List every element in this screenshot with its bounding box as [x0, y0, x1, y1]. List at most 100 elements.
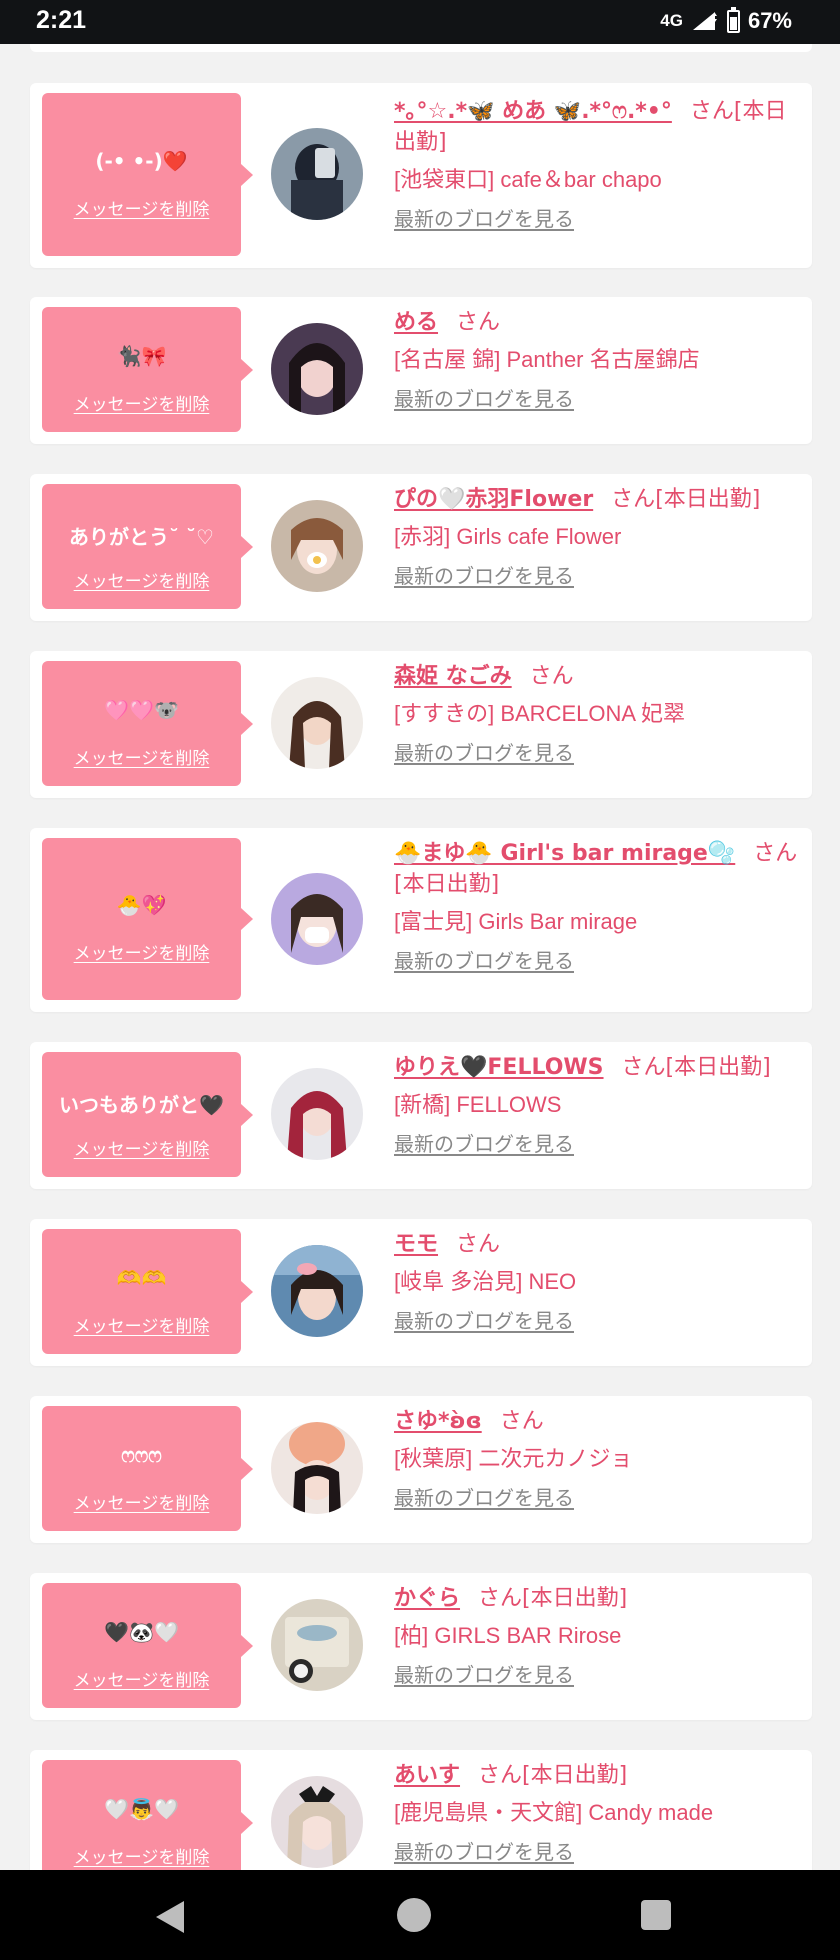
cast-name-link[interactable]: あいす [394, 1763, 460, 1788]
attendance-status: [本日出勤] [522, 1763, 628, 1788]
message-text: 🖤🐼🤍 [104, 1620, 179, 1644]
latest-blog-link[interactable]: 最新のブログを見る [394, 562, 804, 590]
battery-percent: 67% [747, 8, 792, 33]
message-card: 🐣💖 メッセージを削除 🐣まゆ🐣 Girl's bar mirage🫧 さん [本日… [30, 828, 812, 1012]
honorific: さん [621, 1055, 666, 1080]
latest-blog-link[interactable]: 最新のブログを見る [394, 205, 804, 233]
attendance-status: [本日出勤] [655, 487, 761, 512]
honorific: さん [611, 487, 656, 512]
message-text: 🐈‍⬛🎀 [116, 344, 167, 368]
honorific: さん [689, 99, 734, 124]
cast-name-link[interactable]: さゆ*ʚ̀ɞ [394, 1409, 482, 1434]
delete-message-link[interactable]: メッセージを削除 [42, 939, 241, 964]
message-text: (-• •-)❤️ [95, 149, 188, 173]
cast-name-link[interactable]: 🐣まゆ🐣 Girl's bar mirage🫧 [394, 841, 735, 866]
shop-name: [柏] GIRLS BAR Rirose [394, 1623, 622, 1648]
cast-name-link[interactable]: *｡°☆.*🦋 めあ 🦋.*°ෆ.*•° [394, 99, 672, 124]
message-bubble: 🤍👼🤍 メッセージを削除 [42, 1760, 253, 1870]
cast-name-link[interactable]: 森姫 なごみ [394, 664, 512, 689]
message-text: ありがとう˘ ˘♡ [69, 525, 214, 549]
message-card: ෆෆෆ メッセージを削除 さゆ*ʚ̀ɞ さん [秋葉原] 二次元カノジョ 最新のブ… [30, 1396, 812, 1543]
delete-message-link[interactable]: メッセージを削除 [42, 1489, 241, 1514]
delete-message-link[interactable]: メッセージを削除 [42, 390, 241, 415]
attendance-status: [本日出勤] [394, 872, 500, 897]
back-icon[interactable] [156, 1901, 184, 1933]
message-text: ෆෆෆ [121, 1443, 162, 1467]
avatar[interactable] [271, 873, 363, 965]
honorific: さん [753, 841, 798, 866]
shop-name: [富士見] Girls Bar mirage [394, 909, 638, 934]
avatar[interactable] [271, 1422, 363, 1514]
honorific: さん [529, 664, 574, 689]
message-bubble: 🖤🐼🤍 メッセージを削除 [42, 1583, 253, 1708]
avatar[interactable] [271, 500, 363, 592]
shop-name: [岐阜 多治見] NEO [394, 1269, 577, 1294]
delete-message-link[interactable]: メッセージを削除 [42, 1312, 241, 1337]
home-icon[interactable] [397, 1898, 431, 1932]
shop-name: [鹿児島県・天文館] Candy made [394, 1800, 714, 1825]
latest-blog-link[interactable]: 最新のブログを見る [394, 739, 804, 767]
cast-name-link[interactable]: ゆりえ🖤FELLOWS [394, 1055, 604, 1080]
honorific: さん [478, 1763, 523, 1788]
avatar[interactable] [271, 1245, 363, 1337]
cast-name-link[interactable]: かぐら [394, 1586, 460, 1611]
cast-name-link[interactable]: ぴの🤍赤羽Flower [394, 487, 593, 512]
latest-blog-link[interactable]: 最新のブログを見る [394, 1130, 804, 1158]
latest-blog-link[interactable]: 最新のブログを見る [394, 1484, 804, 1512]
latest-blog-link[interactable]: 最新のブログを見る [394, 385, 804, 413]
clock: 2:21 [36, 6, 87, 34]
honorific: さん [478, 1586, 523, 1611]
previous-card-edge [30, 44, 812, 52]
attendance-status: [本日出勤] [522, 1586, 628, 1611]
message-bubble: 🫶🫶 メッセージを削除 [42, 1229, 253, 1354]
avatar[interactable] [271, 1068, 363, 1160]
message-text: 🤍👼🤍 [104, 1797, 179, 1821]
message-text: いつもありがと🖤 [59, 1093, 224, 1117]
message-bubble: ෆෆෆ メッセージを削除 [42, 1406, 253, 1531]
recent-apps-icon[interactable] [641, 1900, 671, 1930]
latest-blog-link[interactable]: 最新のブログを見る [394, 1307, 804, 1335]
message-bubble: ありがとう˘ ˘♡ メッセージを削除 [42, 484, 253, 609]
shop-name: [赤羽] Girls cafe Flower [394, 524, 622, 549]
latest-blog-link[interactable]: 最新のブログを見る [394, 1838, 804, 1866]
shop-name: [秋葉原] 二次元カノジョ [394, 1446, 633, 1471]
delete-message-link[interactable]: メッセージを削除 [42, 1666, 241, 1691]
message-card: (-• •-)❤️ メッセージを削除 *｡°☆.*🦋 めあ 🦋.*°ෆ.*•° さ… [30, 83, 812, 268]
message-bubble: (-• •-)❤️ メッセージを削除 [42, 93, 253, 256]
latest-blog-link[interactable]: 最新のブログを見る [394, 947, 804, 975]
honorific: さん [456, 1232, 501, 1257]
navigation-bar [0, 1870, 840, 1960]
message-card: 🐈‍⬛🎀 メッセージを削除 める さん [名古屋 錦] Panther 名古屋錦店… [30, 297, 812, 444]
attendance-status: [本日出勤] [665, 1055, 771, 1080]
cast-name-link[interactable]: める [394, 310, 438, 335]
battery-icon [726, 6, 740, 33]
delete-message-link[interactable]: メッセージを削除 [42, 567, 241, 592]
message-card: いつもありがと🖤 メッセージを削除 ゆりえ🖤FELLOWS さん[本日出勤] [新… [30, 1042, 812, 1189]
avatar[interactable] [271, 128, 363, 220]
message-card: 🖤🐼🤍 メッセージを削除 かぐら さん[本日出勤] [柏] GIRLS BAR R… [30, 1573, 812, 1720]
delete-message-link[interactable]: メッセージを削除 [42, 1135, 241, 1160]
message-card: 🫶🫶 メッセージを削除 モモ さん [岐阜 多治見] NEO 最新のブログを見る [30, 1219, 812, 1366]
message-list: (-• •-)❤️ メッセージを削除 *｡°☆.*🦋 めあ 🦋.*°ෆ.*•° さ… [0, 0, 840, 1870]
shop-name: [池袋東口] cafe＆bar chapo [394, 167, 662, 192]
avatar[interactable] [271, 677, 363, 769]
message-bubble: 🐈‍⬛🎀 メッセージを削除 [42, 307, 253, 432]
signal-icon [692, 12, 717, 30]
avatar[interactable] [271, 1776, 363, 1868]
avatar[interactable] [271, 323, 363, 415]
message-text: 🐣💖 [116, 893, 167, 917]
shop-name: [すすきの] BARCELONA 妃翠 [394, 701, 685, 726]
message-card: 🩷🩷🐨 メッセージを削除 森姫 なごみ さん [すすきの] BARCELONA 妃… [30, 651, 812, 798]
delete-message-link[interactable]: メッセージを削除 [42, 744, 241, 769]
message-text: 🩷🩷🐨 [104, 698, 179, 722]
delete-message-link[interactable]: メッセージを削除 [42, 1843, 241, 1868]
cast-name-link[interactable]: モモ [394, 1232, 438, 1257]
message-bubble: 🐣💖 メッセージを削除 [42, 838, 253, 1000]
honorific: さん [456, 310, 501, 335]
honorific: さん [499, 1409, 544, 1434]
message-bubble: いつもありがと🖤 メッセージを削除 [42, 1052, 253, 1177]
latest-blog-link[interactable]: 最新のブログを見る [394, 1661, 804, 1689]
shop-name: [新橋] FELLOWS [394, 1092, 562, 1117]
avatar[interactable] [271, 1599, 363, 1691]
delete-message-link[interactable]: メッセージを削除 [42, 195, 241, 220]
